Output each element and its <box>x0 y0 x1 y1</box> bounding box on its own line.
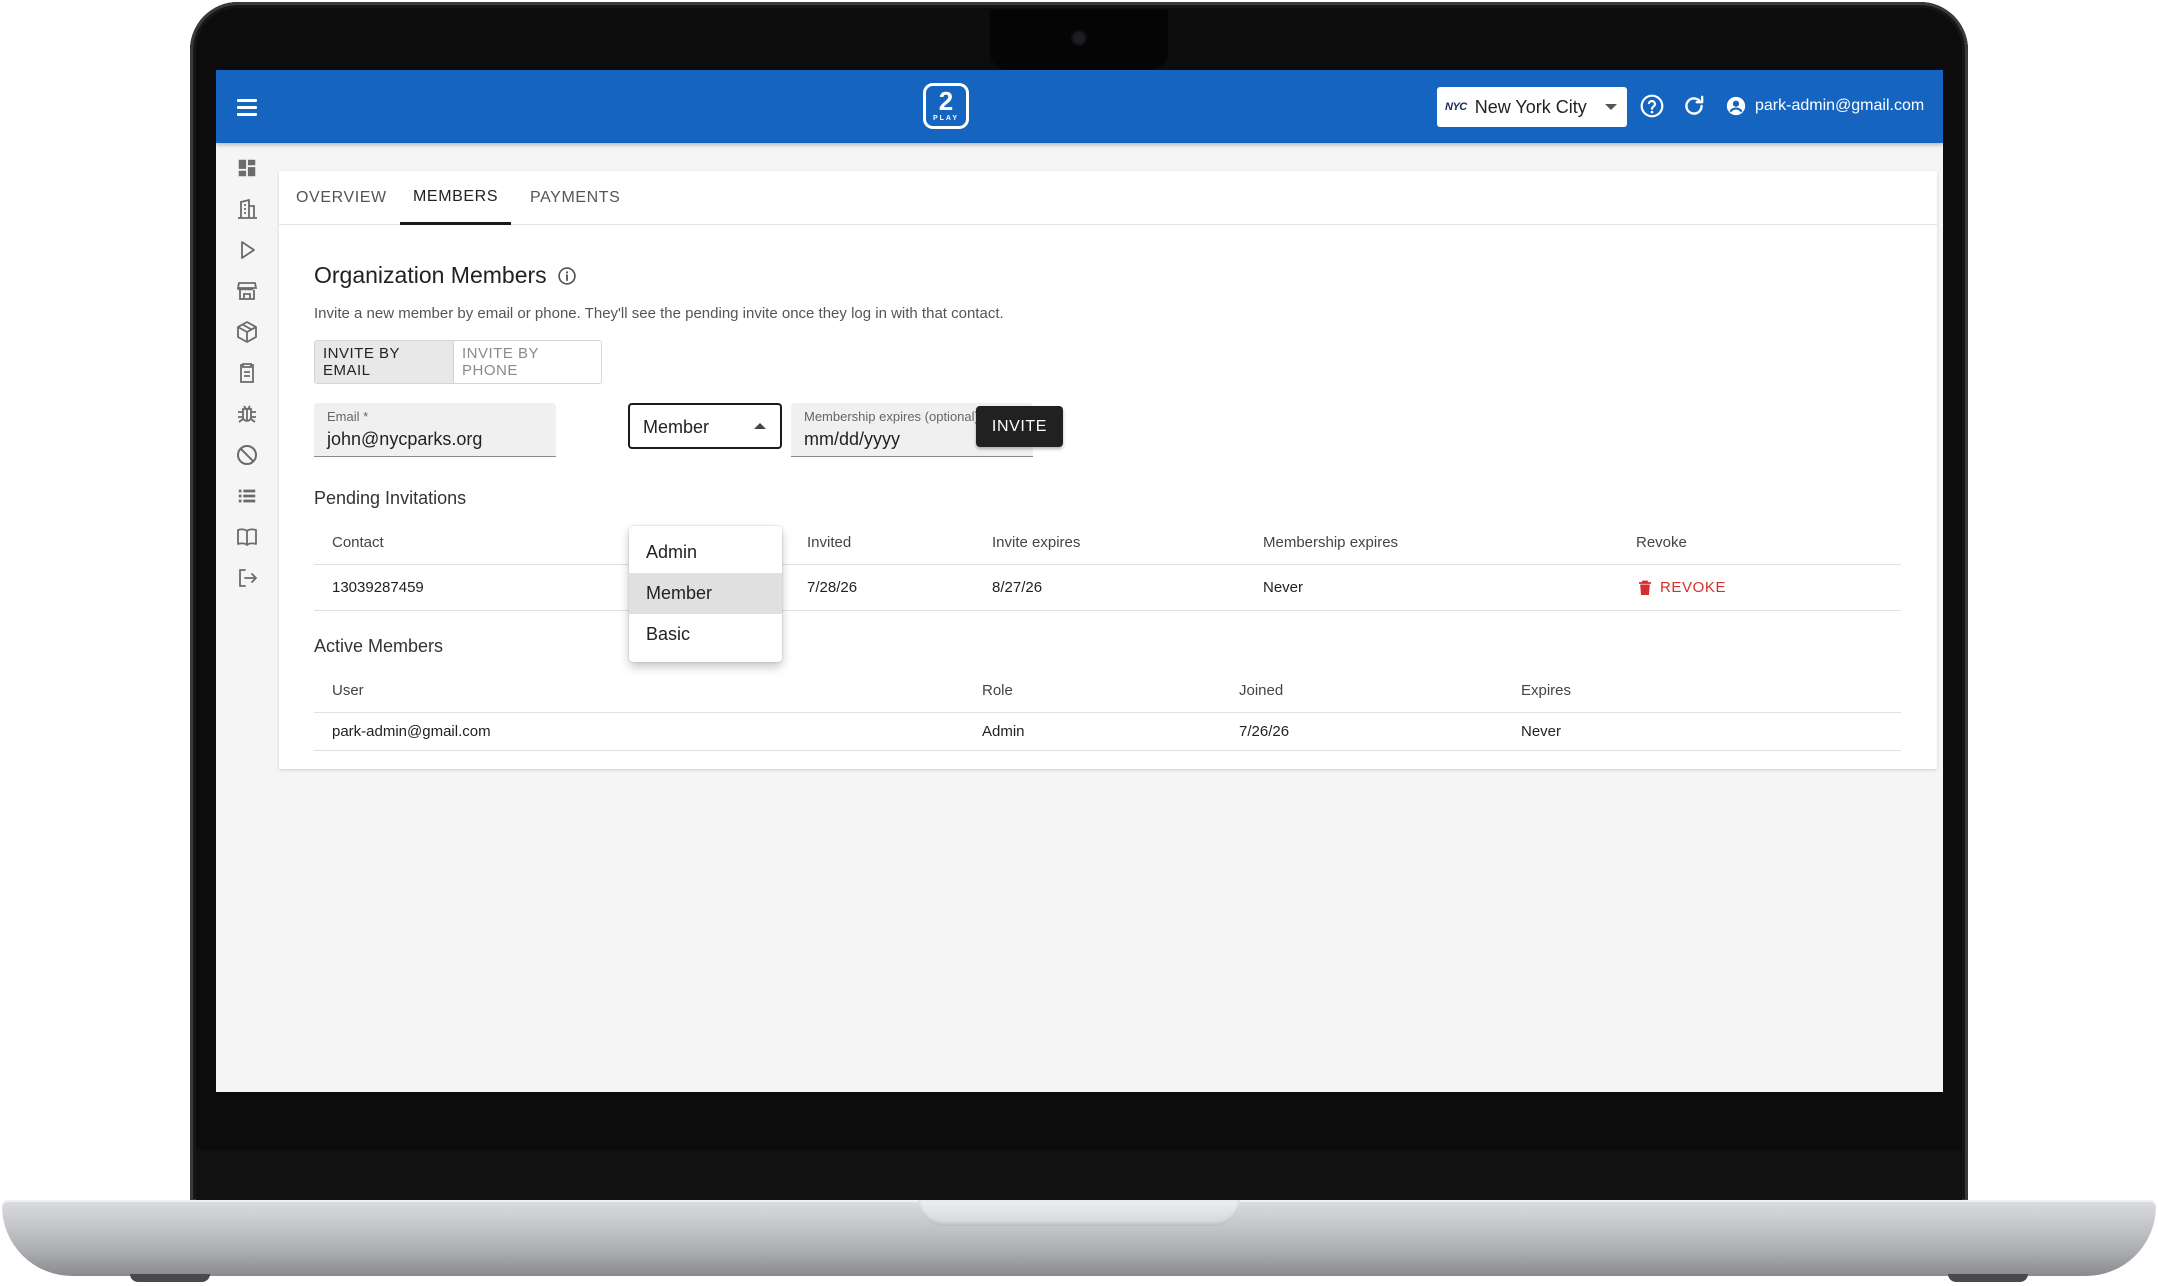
revoke-button[interactable]: REVOKE <box>1638 579 1726 596</box>
role-option-basic[interactable]: Basic <box>629 614 782 655</box>
dashboard-icon[interactable] <box>232 153 262 183</box>
pending-invited: 7/28/26 <box>807 579 858 596</box>
column-header: Membership expires <box>1263 533 1399 551</box>
column-header: Joined <box>1239 681 1284 699</box>
caret-down-icon <box>1605 104 1617 110</box>
help-icon[interactable] <box>1639 93 1665 119</box>
info-icon[interactable] <box>557 266 577 286</box>
logout-icon[interactable] <box>232 563 262 593</box>
laptop-bezel-bottom <box>196 1150 1962 1202</box>
pending-table-header: Contact Invited Invite expires Membershi… <box>314 520 1901 565</box>
account-icon <box>1726 96 1746 116</box>
expires-field-label: Membership expires (optional) <box>804 409 979 424</box>
role-dropdown-menu: Admin Member Basic <box>629 526 782 662</box>
role-option-member[interactable]: Member <box>629 573 782 614</box>
member-user: park-admin@gmail.com <box>332 723 491 740</box>
pending-invitations-title: Pending Invitations <box>314 488 467 508</box>
role-select[interactable]: Member <box>628 403 782 449</box>
bug-icon[interactable] <box>232 399 262 429</box>
member-role: Admin <box>982 723 1025 740</box>
revoke-cell: REVOKE <box>1638 565 1726 610</box>
side-nav <box>216 143 278 1092</box>
city-select[interactable]: NYC New York City <box>1437 87 1627 127</box>
menu-icon[interactable] <box>232 92 262 122</box>
column-header: User <box>332 681 364 699</box>
email-field-label: Email * <box>327 409 369 424</box>
email-field-value: john@nycparks.org <box>327 429 483 449</box>
active-members-title: Active Members <box>314 636 444 656</box>
block-icon[interactable] <box>232 440 262 470</box>
logo-number: 2 <box>938 86 954 116</box>
column-header: Expires <box>1521 681 1572 699</box>
caret-up-icon <box>754 423 766 429</box>
section-description: Invite a new member by email or phone. T… <box>314 305 1004 322</box>
members-card: OVERVIEW MEMBERS PAYMENTS Organization M… <box>279 171 1937 769</box>
email-field[interactable]: Email * john@nycparks.org <box>314 403 556 457</box>
nyc-logo: NYC <box>1445 101 1467 113</box>
pending-contact: 13039287459 <box>332 579 424 596</box>
laptop-base-notch <box>918 1200 1240 1226</box>
screen: 2 PLAY NYC New York City park-admin@gmai… <box>216 70 1943 1092</box>
tab-overview[interactable]: OVERVIEW <box>296 171 387 225</box>
column-header: Invite expires <box>992 533 1081 551</box>
column-header: Invited <box>807 533 852 551</box>
play-icon[interactable] <box>232 235 262 265</box>
expires-field-value: mm/dd/yyyy <box>804 429 901 449</box>
pending-membership-expires: Never <box>1263 579 1304 596</box>
section-title-text: Organization Members <box>314 262 547 288</box>
list-icon[interactable] <box>232 481 262 511</box>
tab-payments[interactable]: PAYMENTS <box>530 171 620 225</box>
active-table-header: User Role Joined Expires <box>314 668 1901 713</box>
user-email: park-admin@gmail.com <box>1755 97 1925 114</box>
column-header: Role <box>982 681 1013 699</box>
invite-by-email-button[interactable]: INVITE BY EMAIL <box>315 341 454 383</box>
account-menu[interactable]: park-admin@gmail.com <box>1725 93 1924 119</box>
table-row: park-admin@gmail.com Admin 7/26/26 Never <box>314 713 1901 751</box>
package-icon[interactable] <box>232 317 262 347</box>
laptop-foot-left <box>130 1274 210 1282</box>
revoke-label: REVOKE <box>1660 579 1727 596</box>
role-select-value: Member <box>643 417 710 437</box>
app-logo[interactable]: 2 PLAY <box>923 83 969 129</box>
trash-icon <box>1639 580 1651 595</box>
invite-mode-toggle: INVITE BY EMAIL INVITE BY PHONE <box>314 340 602 384</box>
role-option-admin[interactable]: Admin <box>629 532 782 573</box>
member-expires: Never <box>1521 723 1562 740</box>
tab-members[interactable]: MEMBERS <box>400 171 512 225</box>
logo-subtitle: PLAY <box>932 115 960 122</box>
tab-bar: OVERVIEW MEMBERS PAYMENTS <box>279 171 1937 225</box>
camera-icon <box>1073 32 1085 44</box>
city-select-value: New York City <box>1474 96 1587 117</box>
laptop-foot-right <box>1948 1274 2028 1282</box>
book-icon[interactable] <box>232 522 262 552</box>
column-header: Revoke <box>1636 533 1687 551</box>
column-header: Contact <box>332 533 384 551</box>
invite-by-phone-button[interactable]: INVITE BY PHONE <box>454 341 601 383</box>
building-icon[interactable] <box>232 194 262 224</box>
refresh-icon[interactable] <box>1681 93 1707 119</box>
member-joined: 7/26/26 <box>1239 723 1290 740</box>
clipboard-icon[interactable] <box>232 358 262 388</box>
table-row: 13039287459 7/28/26 8/27/26 Never REVOKE <box>314 565 1901 611</box>
pending-invite-expires: 8/27/26 <box>992 579 1043 596</box>
invite-button[interactable]: INVITE <box>976 406 1063 447</box>
store-icon[interactable] <box>232 276 262 306</box>
page-title: Organization Members <box>314 262 577 289</box>
app-bar: 2 PLAY NYC New York City park-admin@gmai… <box>216 70 1943 143</box>
